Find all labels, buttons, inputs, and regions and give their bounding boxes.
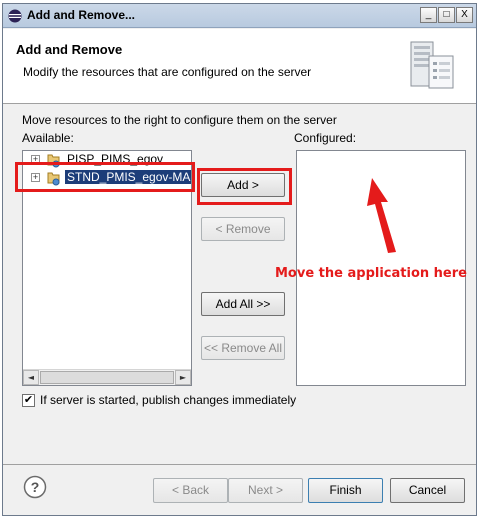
dialog-header: Add and Remove Modify the resources that… (3, 29, 476, 104)
configured-label: Configured: (294, 131, 357, 145)
publish-checkbox[interactable]: ✔ (22, 394, 35, 407)
add-remove-dialog: Add and Remove... _ □ X Add and Remove M… (2, 3, 477, 516)
annotation-arrow-icon (367, 178, 396, 253)
page-description: Modify the resources that are configured… (23, 65, 312, 79)
footer-divider (3, 464, 476, 465)
cancel-button[interactable]: Cancel (390, 478, 465, 503)
scroll-thumb[interactable] (40, 371, 174, 384)
add-all-button[interactable]: Add All >> (201, 292, 285, 316)
eclipse-icon (8, 9, 22, 23)
close-button[interactable]: X (456, 7, 473, 23)
title-bar[interactable]: Add and Remove... _ □ X (3, 4, 476, 28)
available-label: Available: (22, 131, 74, 145)
scroll-right-icon[interactable]: ► (175, 370, 191, 385)
horizontal-scrollbar[interactable]: ◄ ► (23, 369, 191, 385)
minimize-button[interactable]: _ (420, 7, 437, 23)
highlight-selected-item (15, 162, 195, 192)
page-title: Add and Remove (16, 42, 123, 57)
highlight-add-button (197, 168, 292, 205)
instructions-text: Move resources to the right to configure… (22, 113, 337, 127)
help-icon[interactable]: ? (23, 475, 47, 499)
next-button[interactable]: Next > (228, 478, 303, 503)
publish-checkbox-label[interactable]: If server is started, publish changes im… (40, 393, 296, 407)
maximize-button[interactable]: □ (438, 7, 455, 23)
remove-all-button[interactable]: << Remove All (201, 336, 285, 360)
back-button[interactable]: < Back (153, 478, 228, 503)
scroll-left-icon[interactable]: ◄ (23, 370, 39, 385)
svg-text:?: ? (31, 479, 40, 495)
server-icon (410, 41, 454, 89)
window-title: Add and Remove... (27, 8, 136, 22)
annotation-text: Move the application here (275, 266, 467, 281)
finish-button[interactable]: Finish (308, 478, 383, 503)
remove-button[interactable]: < Remove (201, 217, 285, 241)
